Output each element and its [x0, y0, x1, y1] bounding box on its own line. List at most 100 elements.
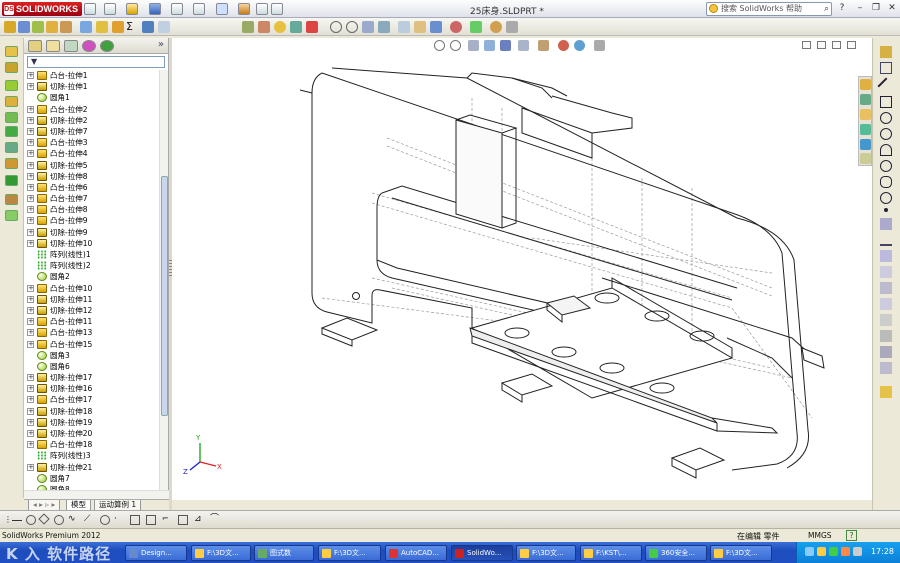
point-icon[interactable] [884, 208, 888, 212]
expand-toggle-icon[interactable]: + [27, 385, 34, 393]
feature-tree-item[interactable]: +圆角7 [24, 473, 159, 484]
taskbar-task[interactable]: F:\3D文... [516, 545, 576, 561]
text-icon[interactable] [880, 234, 892, 246]
polygon-icon[interactable] [38, 513, 50, 525]
ellipse-icon[interactable] [54, 515, 64, 525]
expand-toggle-icon[interactable]: + [27, 228, 34, 236]
mass-properties-icon[interactable] [158, 21, 170, 33]
display-manager-tab-icon[interactable] [100, 40, 114, 52]
expand-toggle-icon[interactable]: + [27, 217, 34, 225]
lofted-boss-icon[interactable] [5, 96, 18, 107]
save-icon[interactable] [149, 3, 161, 15]
expand-toggle-icon[interactable]: + [27, 105, 34, 113]
expand-toggle-icon[interactable]: + [27, 418, 34, 426]
feature-tree-item[interactable]: + 凸台-拉伸1 [24, 70, 159, 81]
expand-toggle-icon[interactable]: + [27, 407, 34, 415]
expand-toggle-icon[interactable]: + [27, 150, 34, 158]
feature-tree-item[interactable]: +圆角6 [24, 361, 159, 372]
pattern-tool-icon[interactable] [5, 175, 18, 186]
taskbar-task[interactable]: AutoCAD... [385, 545, 447, 561]
machine-bed-model[interactable]: Y X Z [172, 38, 872, 500]
feature-tree-item[interactable]: + 切除-拉伸10 [24, 238, 159, 249]
property-manager-tab-icon[interactable] [46, 40, 60, 52]
dimxpert-tab-icon[interactable] [82, 40, 96, 52]
trim-entities-icon[interactable] [880, 298, 892, 310]
tree-vertical-scrollbar[interactable] [159, 70, 168, 490]
circle-icon[interactable] [880, 128, 892, 140]
tree-horizontal-scrollbar[interactable] [24, 490, 169, 499]
hole-wizard-icon[interactable] [5, 126, 18, 137]
sum-icon[interactable]: Σ [126, 21, 138, 33]
centerline-icon[interactable]: ⟋ [84, 515, 94, 525]
expand-toggle-icon[interactable]: + [27, 183, 34, 191]
line-icon[interactable] [877, 77, 895, 95]
feature-tree-item[interactable]: + 切除-拉伸20 [24, 428, 159, 439]
expand-toggle-icon[interactable]: + [27, 83, 34, 91]
graphics-area[interactable]: Y X Z [172, 38, 872, 500]
expand-toggle-icon[interactable]: + [27, 374, 34, 382]
relations-icon[interactable] [306, 21, 318, 33]
print-icon[interactable] [171, 3, 183, 15]
tray-misc-icon[interactable] [853, 547, 862, 556]
sketch-entities-icon[interactable] [242, 21, 254, 33]
spline-icon[interactable]: ∿ [68, 515, 78, 525]
arc-icon[interactable] [880, 144, 892, 156]
repair-sketch-icon[interactable] [880, 362, 892, 374]
appearance-ball-icon[interactable] [490, 21, 502, 33]
arc-icon[interactable] [100, 515, 110, 525]
reference-geometry-icon[interactable] [80, 21, 92, 33]
convert-entities-icon[interactable] [880, 250, 892, 262]
taskbar-task[interactable]: Design... [125, 545, 187, 561]
close-button[interactable]: ✕ [886, 3, 898, 14]
feature-tree-item[interactable]: + 切除-拉伸9 [24, 227, 159, 238]
feature-tree-item[interactable]: + 凸台-拉伸18 [24, 439, 159, 450]
feature-tree-item[interactable]: + 凸台-拉伸7 [24, 193, 159, 204]
expand-toggle-icon[interactable]: + [27, 206, 34, 214]
offset-icon[interactable] [178, 515, 188, 525]
feature-tree-item[interactable]: +阵列(线性)1 [24, 249, 159, 260]
section-view-icon[interactable] [362, 21, 374, 33]
feature-tree-item[interactable]: + 凸台-拉伸11 [24, 316, 159, 327]
ellipse-icon[interactable] [880, 176, 892, 188]
taskbar-task[interactable]: 360安全... [645, 545, 707, 561]
file-properties-icon[interactable] [256, 3, 268, 15]
search-icon[interactable]: ⌕ [824, 3, 829, 15]
feature-tree-item[interactable]: + 凸台-拉伸2 [24, 104, 159, 115]
centerline-icon[interactable] [880, 218, 892, 230]
feature-tree-item[interactable]: +圆角2 [24, 271, 159, 282]
extruded-cut-icon[interactable] [5, 112, 18, 123]
expand-panel-icon[interactable]: » [158, 39, 164, 50]
feature-tree-item[interactable]: + 凸台-拉伸17 [24, 394, 159, 405]
sketch-tool-icon[interactable] [4, 21, 16, 33]
feature-tree-item[interactable]: + 凸台-拉伸8 [24, 204, 159, 215]
feature-tree-item[interactable]: + 切除-拉伸18 [24, 406, 159, 417]
options-icon[interactable] [271, 3, 283, 15]
expand-toggle-icon[interactable]: + [27, 340, 34, 348]
file-explorer-icon[interactable] [860, 109, 871, 120]
smart-dimension-icon[interactable] [18, 21, 30, 33]
expand-toggle-icon[interactable]: + [27, 195, 34, 203]
pattern-entities-icon[interactable] [880, 314, 892, 326]
feature-tree-item[interactable]: + 切除-拉伸5 [24, 160, 159, 171]
feature-tree-item[interactable]: + 凸台-拉伸6 [24, 182, 159, 193]
design-library-icon[interactable] [860, 94, 871, 105]
measure-icon[interactable] [142, 21, 154, 33]
expand-toggle-icon[interactable]: + [27, 463, 34, 471]
solidworks-logo[interactable]: DS SOLIDWORKS [2, 2, 82, 16]
taskbar-task[interactable]: F:\3D文... [710, 545, 772, 561]
spline-icon[interactable] [880, 160, 892, 172]
expand-toggle-icon[interactable]: + [27, 295, 34, 303]
feature-tree-item[interactable]: + 凸台-拉伸10 [24, 283, 159, 294]
expand-toggle-icon[interactable]: + [27, 72, 34, 79]
feature-tree-item[interactable]: +阵列(线性)3 [24, 450, 159, 461]
view-palette-icon[interactable] [860, 124, 871, 135]
mirror-icon[interactable]: ⊿ [194, 515, 204, 525]
taskbar-task[interactable]: F:\KST\... [580, 545, 642, 561]
rib-tool-icon[interactable] [5, 210, 18, 221]
expand-toggle-icon[interactable]: + [27, 430, 34, 437]
feature-tree-item[interactable]: + 切除-拉伸16 [24, 383, 159, 394]
scene-icon[interactable] [450, 21, 462, 33]
fillet-sketch-icon[interactable] [880, 192, 892, 204]
swept-boss-icon[interactable] [5, 80, 18, 91]
solidworks-resources-icon[interactable] [860, 79, 871, 90]
